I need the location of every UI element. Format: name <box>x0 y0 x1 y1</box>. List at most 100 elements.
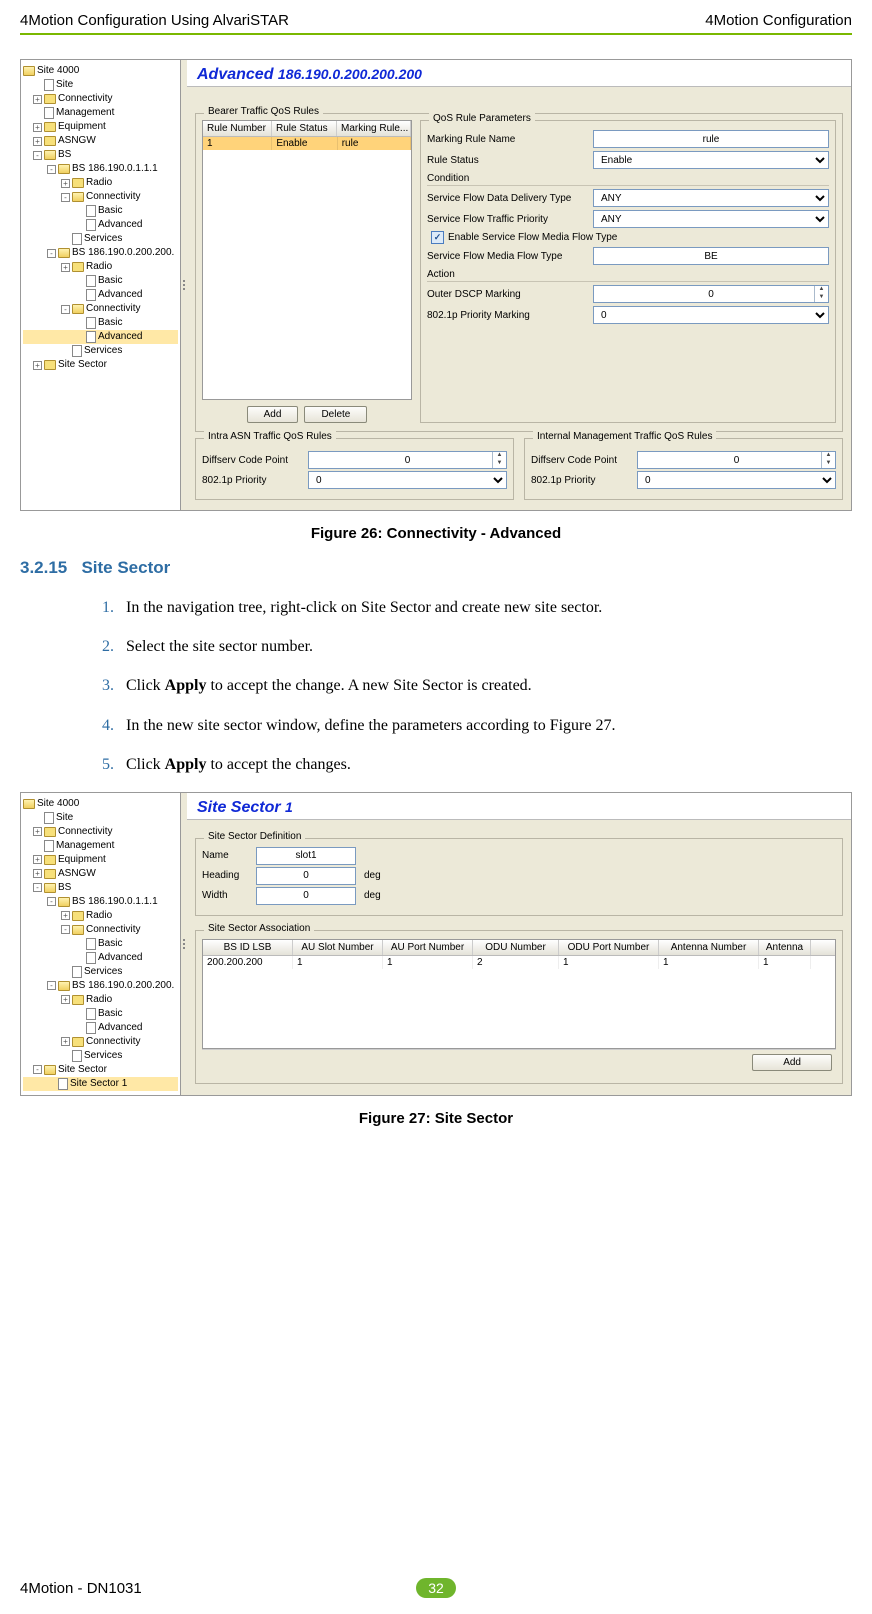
rules-table-row[interactable]: 1 Enable rule <box>203 137 411 150</box>
advanced-pane: Advanced 186.190.0.200.200.200 Bearer Tr… <box>187 60 851 510</box>
expand-icon[interactable]: + <box>61 911 70 920</box>
add-button[interactable]: Add <box>247 406 299 423</box>
expand-icon[interactable]: + <box>61 995 70 1004</box>
tree-item[interactable]: -BS 186.190.0.1.1.1 <box>23 895 178 909</box>
collapse-icon[interactable]: - <box>61 305 70 314</box>
tree-item[interactable]: -Connectivity <box>23 302 178 316</box>
width-input[interactable] <box>256 887 356 905</box>
tree-item[interactable]: +Connectivity <box>23 92 178 106</box>
nav-tree-2[interactable]: Site 4000Site+ConnectivityManagement+Equ… <box>21 793 181 1095</box>
tree-item[interactable]: -BS 186.190.0.200.200. <box>23 979 178 993</box>
tree-item-selected[interactable]: Site Sector 1 <box>23 1077 178 1091</box>
tree-item[interactable]: Advanced <box>23 1021 178 1035</box>
tree-item[interactable]: +Radio <box>23 993 178 1007</box>
page-icon <box>86 938 96 950</box>
enable-sf-checkbox[interactable]: ✓ <box>431 231 444 244</box>
tree-item[interactable]: Site <box>23 811 178 825</box>
tree-item[interactable]: -BS 186.190.0.200.200. <box>23 246 178 260</box>
tree-item[interactable]: + Site Sector <box>23 358 178 372</box>
rule-status-select[interactable]: Enable <box>593 151 829 169</box>
expand-icon[interactable]: + <box>33 137 42 146</box>
tree-item[interactable]: +Connectivity <box>23 1035 178 1049</box>
collapse-icon[interactable]: - <box>61 193 70 202</box>
page-icon <box>86 1008 96 1020</box>
tree-item[interactable]: Basic <box>23 204 178 218</box>
collapse-icon[interactable]: - <box>47 165 56 174</box>
tree-item[interactable]: Advanced <box>23 288 178 302</box>
tree-item[interactable]: Site <box>23 78 178 92</box>
tree-item[interactable]: Services <box>23 965 178 979</box>
outer-dscp-spinner[interactable]: 0▲▼ <box>593 285 829 303</box>
tree-item[interactable]: Management <box>23 106 178 120</box>
tree-item[interactable]: -BS 186.190.0.1.1.1 <box>23 162 178 176</box>
heading-input[interactable] <box>256 867 356 885</box>
delete-button[interactable]: Delete <box>304 406 367 423</box>
marking-rule-name-input[interactable] <box>593 130 829 148</box>
heading-label: Heading <box>202 870 252 881</box>
sf-data-delivery-select[interactable]: ANY <box>593 189 829 207</box>
tree-item[interactable]: Site 4000 <box>23 64 178 78</box>
rules-table[interactable]: Rule Number Rule Status Marking Rule... … <box>202 120 412 400</box>
sf-media-flow-input[interactable] <box>593 247 829 265</box>
tree-item-label: Site Sector <box>58 358 107 372</box>
sf-traffic-priority-select[interactable]: ANY <box>593 210 829 228</box>
tree-item[interactable]: Services <box>23 232 178 246</box>
tree-item[interactable]: +Radio <box>23 176 178 190</box>
collapse-icon[interactable]: - <box>61 925 70 934</box>
intra-8021p-select[interactable]: 0 <box>308 471 507 489</box>
collapse-icon[interactable]: - <box>47 897 56 906</box>
tree-item[interactable]: -Connectivity <box>23 923 178 937</box>
assoc-table-header: BS ID LSB AU Slot Number AU Port Number … <box>203 940 835 956</box>
tree-item[interactable]: Basic <box>23 937 178 951</box>
tree-item[interactable]: +Radio <box>23 909 178 923</box>
expand-icon[interactable]: + <box>33 123 42 132</box>
expand-icon[interactable]: + <box>33 855 42 864</box>
tree-item[interactable]: -Connectivity <box>23 190 178 204</box>
expand-icon[interactable]: + <box>33 827 42 836</box>
folder-icon <box>44 122 56 132</box>
tree-item[interactable]: +Equipment <box>23 120 178 134</box>
tree-item-selected[interactable]: Advanced <box>23 330 178 344</box>
collapse-icon[interactable]: - <box>33 883 42 892</box>
tree-item[interactable]: -BS <box>23 881 178 895</box>
tree-item[interactable]: - BS <box>23 148 178 162</box>
collapse-icon[interactable]: - <box>33 151 42 160</box>
tree-item[interactable]: Advanced <box>23 218 178 232</box>
tree-item[interactable]: -Site Sector <box>23 1063 178 1077</box>
name-input[interactable] <box>256 847 356 865</box>
tree-item[interactable]: + ASNGW <box>23 867 178 881</box>
expand-icon[interactable]: + <box>61 179 70 188</box>
tree-item-label: ASNGW <box>58 134 96 148</box>
expand-icon[interactable]: + <box>33 95 42 104</box>
expand-icon[interactable]: + <box>33 361 42 370</box>
8021p-marking-select[interactable]: 0 <box>593 306 829 324</box>
internal-8021p-select[interactable]: 0 <box>637 471 836 489</box>
assoc-table-row[interactable]: 200.200.200 1 1 2 1 1 1 <box>203 956 835 969</box>
internal-dscp-spinner[interactable]: 0▲▼ <box>637 451 836 469</box>
collapse-icon[interactable]: - <box>33 1065 42 1074</box>
tree-item[interactable]: Advanced <box>23 951 178 965</box>
tree-item[interactable]: +Equipment <box>23 853 178 867</box>
tree-item-label: BS <box>58 148 71 162</box>
tree-item[interactable]: Basic <box>23 316 178 330</box>
tree-item[interactable]: Site 4000 <box>23 797 178 811</box>
page-icon <box>86 289 96 301</box>
expand-icon[interactable]: + <box>33 869 42 878</box>
tree-item[interactable]: + ASNGW <box>23 134 178 148</box>
tree-item[interactable]: Services <box>23 1049 178 1063</box>
expand-icon[interactable]: + <box>61 1037 70 1046</box>
tree-item[interactable]: +Radio <box>23 260 178 274</box>
expand-icon[interactable]: + <box>61 263 70 272</box>
tree-item[interactable]: Basic <box>23 274 178 288</box>
tree-item[interactable]: +Connectivity <box>23 825 178 839</box>
collapse-icon[interactable]: - <box>47 981 56 990</box>
tree-item[interactable]: Management <box>23 839 178 853</box>
intra-dscp-spinner[interactable]: 0▲▼ <box>308 451 507 469</box>
collapse-icon[interactable]: - <box>47 249 56 258</box>
assoc-table[interactable]: BS ID LSB AU Slot Number AU Port Number … <box>202 939 836 1049</box>
tree-item[interactable]: Basic <box>23 1007 178 1021</box>
assoc-add-button[interactable]: Add <box>752 1054 832 1071</box>
nav-tree[interactable]: Site 4000Site+ConnectivityManagement+Equ… <box>21 60 181 510</box>
tree-item-label: ASNGW <box>58 867 96 881</box>
tree-item[interactable]: Services <box>23 344 178 358</box>
